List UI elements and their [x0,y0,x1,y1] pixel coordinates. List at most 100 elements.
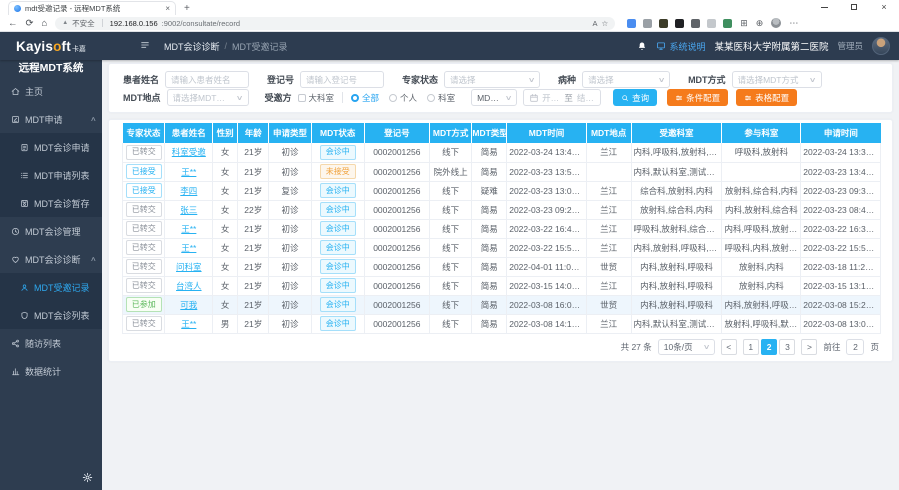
apply-time-cell: 2022-03-23 08:49:53 [801,200,881,219]
reg-no-cell: 0002001256 [364,238,429,257]
new-tab-button[interactable]: + [184,3,190,15]
invitee-radio-dept[interactable] [427,94,435,102]
reload-icon[interactable]: ⟳ [26,18,34,29]
mdt-location-select[interactable]: 请选择MDT地点∨ [167,89,249,106]
sidebar-item-mdt-consult-diagnose[interactable]: MDT会诊诊断∧ [0,245,102,273]
age-cell: 21岁 [238,295,269,314]
extension-icon-green[interactable] [723,19,732,28]
page-button-3[interactable]: 3 [779,339,795,355]
extension-icon-light[interactable] [707,19,716,28]
collections-icon[interactable]: ⊕ [756,18,764,29]
mdt-mode-cell: 线下 [429,276,471,295]
gender-cell: 女 [213,143,238,162]
sidebar-item-home[interactable]: 主页 [0,77,102,105]
patient-name-link[interactable]: 李四 [180,186,197,196]
window-minimize-icon[interactable] [809,0,839,14]
record-table-panel: 专家状态患者姓名性别年龄申请类型MDT状态登记号MDT方式MDT类型MDT时间M… [108,119,893,362]
mdt-time-select[interactable]: MDT时间∨ [471,89,517,106]
bell-icon[interactable] [637,41,647,51]
sidebar-menu: 主页MDT申请∧MDT会诊申请MDT申请列表MDT会诊暂存MDT会诊管理MDT会… [0,77,102,385]
patient-name-link[interactable]: 王** [181,319,196,329]
browser-menu-icon[interactable]: ⋯ [789,18,798,29]
patient-name-link[interactable]: 可我 [180,300,197,310]
browser-tab[interactable]: mdt受邀记录 - 远程MDT系统 × [8,1,176,15]
bigdept-checkbox-label[interactable]: 大科室 [309,92,335,104]
mdt-time-cell: 2022-03-24 13:40:00 [507,143,587,162]
goto-page-input[interactable]: 2 [846,339,864,355]
visit-type-cell: 初诊 [269,295,311,314]
patient-name-link[interactable]: 张三 [180,205,197,215]
tab-close-icon[interactable]: × [165,5,170,13]
patient-name-link[interactable]: 问科室 [176,262,202,272]
chevron-down-icon: ∨ [505,94,513,102]
patient-name-link[interactable]: 王** [181,167,196,177]
date-range-input[interactable]: 开始日期 至 结束日期 [523,89,601,106]
sidebar-item-mdt-consult-list[interactable]: MDT会诊列表 [0,301,102,329]
page-button-2[interactable]: 2 [761,339,777,355]
sidebar-item-followup-list[interactable]: 随访列表 [0,329,102,357]
mdt-location-cell: 兰江 [586,181,631,200]
patient-name-link[interactable]: 台湾人 [176,281,202,291]
patient-name-input[interactable]: 请输入患者姓名 [165,71,249,88]
bigdept-checkbox[interactable] [298,94,306,102]
mdt-mode-select[interactable]: 请选择MDT方式∨ [732,71,822,88]
user-avatar[interactable] [872,37,890,55]
read-aloud-icon[interactable]: A [592,19,597,28]
patient-name-link[interactable]: 科室受邀 [172,147,206,157]
extension-icon-dark-yellow[interactable] [659,19,668,28]
visit-type-cell: 初诊 [269,276,311,295]
gender-cell: 女 [213,162,238,181]
extension-icon-gray[interactable] [643,19,652,28]
invitee-radio-personal[interactable] [389,94,397,102]
invitee-radio-all-label[interactable]: 全部 [362,92,379,104]
table-config-button[interactable]: 表格配置 [736,89,797,106]
mdt-time-cell: 2022-03-23 09:20:00 [507,200,587,219]
favorites-star-icon[interactable]: ☆ [601,19,608,28]
invitee-radio-personal-label[interactable]: 个人 [400,92,417,104]
invitee-radio-dept-label[interactable]: 科室 [438,92,455,104]
sidebar-item-mdt-apply[interactable]: MDT申请∧ [0,105,102,133]
expert-status-badge: 已转交 [126,240,162,255]
extension-icon-black[interactable] [675,19,684,28]
sidebar-item-mdt-invite-record[interactable]: MDT受邀记录 [0,273,102,301]
back-icon[interactable]: ← [8,18,18,29]
sidebar-item-mdt-consult-apply[interactable]: MDT会诊申请 [0,133,102,161]
expert-status-select[interactable]: 请选择∨ [444,71,540,88]
window-close-icon[interactable]: × [869,0,899,14]
chevron-down-icon: ∨ [658,76,666,84]
address-input[interactable]: ▲ 不安全 192.168.0.156 :9002/consultate/rec… [55,17,615,30]
condition-config-button[interactable]: 条件配置 [667,89,728,106]
reg-no-input[interactable]: 请输入登记号 [300,71,384,88]
mdt-location-cell: 兰江 [586,314,631,333]
patient-name-link[interactable]: 王** [181,243,196,253]
sidebar-item-mdt-consult-manage[interactable]: MDT会诊管理 [0,217,102,245]
system-help-link[interactable]: 系统说明 [656,40,705,53]
gear-icon[interactable] [82,472,93,483]
gender-cell: 女 [213,257,238,276]
disease-select[interactable]: 请选择∨ [582,71,670,88]
sidebar-item-data-stats[interactable]: 数据统计 [0,357,102,385]
invitee-radio-all[interactable] [351,94,359,102]
joined-depts-cell: 放射科,内科 [722,257,801,276]
invited-depts-cell: 内科,放射科,呼吸科 [631,257,722,276]
column-header: 申请时间 [801,123,881,143]
next-page-button[interactable]: > [801,339,817,355]
invited-depts-cell: 内科,默认科室,测试科室 [631,314,722,333]
browser-home-icon[interactable]: ⌂ [41,18,47,29]
apply-time-cell: 2022-03-18 11:28:25 [801,257,881,276]
sidebar-item-mdt-apply-list[interactable]: MDT申请列表 [0,161,102,189]
patient-name-link[interactable]: 王** [181,224,196,234]
page-size-select[interactable]: 10条/页 ∨ [658,339,715,355]
split-screen-icon[interactable]: ⊞ [740,18,748,29]
browser-profile-avatar[interactable] [771,18,781,28]
sidebar-item-mdt-consult-draft[interactable]: MDT会诊暂存 [0,189,102,217]
search-button[interactable]: 查询 [613,89,657,106]
page-button-1[interactable]: 1 [743,339,759,355]
prev-page-button[interactable]: < [721,339,737,355]
extension-icon-slate[interactable] [691,19,700,28]
extension-icon-blue[interactable] [627,19,636,28]
mdt-status-badge: 会诊中 [320,297,356,312]
window-maximize-icon[interactable] [839,0,869,14]
expert-status-badge: 已转交 [126,145,162,160]
sidebar-collapse-icon[interactable] [140,40,152,52]
